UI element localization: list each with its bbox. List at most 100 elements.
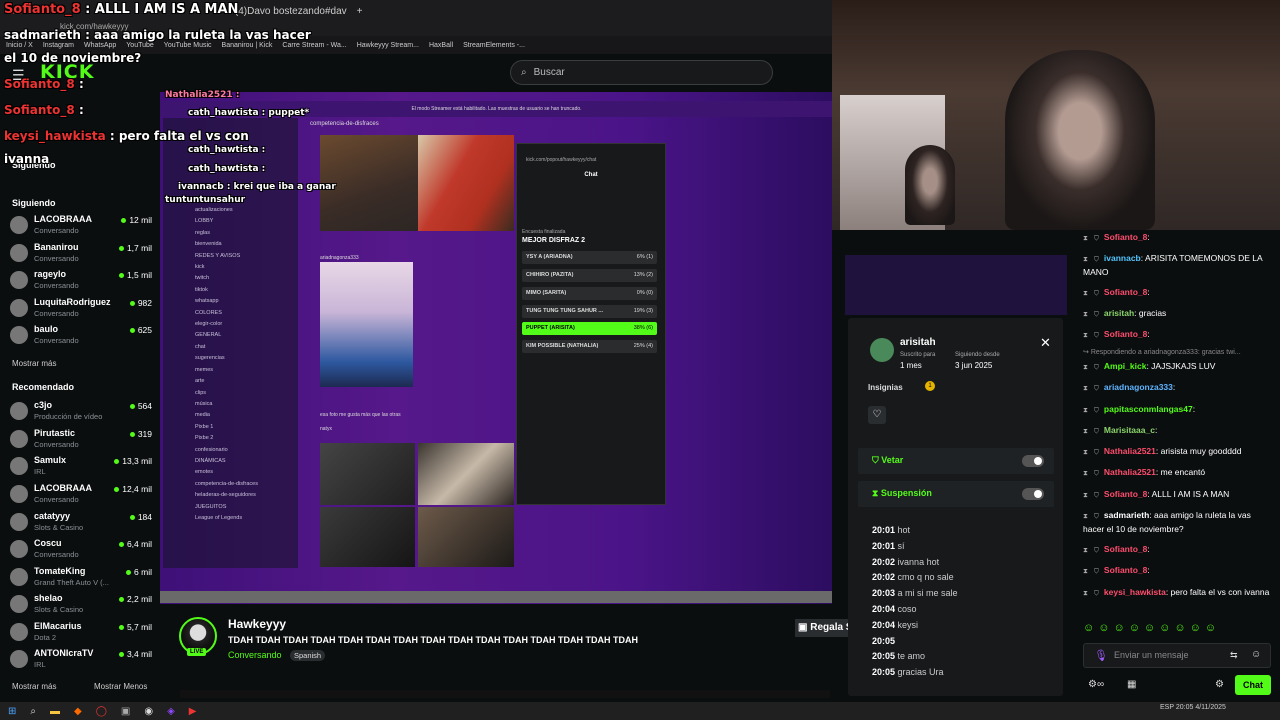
bookmark[interactable]: Hawkeyyy Stream... <box>357 42 419 49</box>
sidebar-channel[interactable]: LuquitaRodriguez Conversando 982 <box>10 297 152 321</box>
sidebar-channel[interactable]: c3jo Producción de vídeo 564 <box>10 400 152 424</box>
browser-tab[interactable]: (4)Davo bostezando#dav <box>235 6 347 17</box>
translate-icon[interactable]: ⇆ <box>1230 650 1238 661</box>
sidebar-channel[interactable]: Coscu Conversando 6,4 mil <box>10 538 152 562</box>
following-since-value: 3 jun 2025 <box>955 361 993 370</box>
mod-action-icons[interactable]: ⧗ ⛉ <box>1083 311 1101 318</box>
chat-message[interactable]: ⧗ ⛉ keysi_hawkista: pero falta el vs con … <box>1083 586 1273 600</box>
subscribed-label: Suscrito para <box>900 352 936 358</box>
mod-action-icons[interactable]: ⧗ ⛉ <box>1083 590 1101 597</box>
mod-panel-username[interactable]: arisitah <box>900 337 936 348</box>
bookmark[interactable]: StreamElements -... <box>463 42 525 49</box>
chat-message[interactable]: ⧗ ⛉ arisitah: gracias <box>1083 307 1273 321</box>
brave-icon[interactable]: ◆ <box>74 706 82 717</box>
mod-action-icons[interactable]: ⧗ ⛉ <box>1083 385 1101 392</box>
twitch-icon[interactable]: ◈ <box>167 706 175 717</box>
clock-time[interactable]: 20:05 <box>1176 704 1194 711</box>
calendar-icon[interactable]: ▦ <box>1127 679 1136 690</box>
mod-action-icons[interactable]: ⧗ ⛉ <box>1083 256 1101 263</box>
chat-tools-icon[interactable]: ⚙∞ <box>1088 679 1104 690</box>
show-more-link[interactable]: Mostrar más <box>12 359 56 368</box>
new-tab-icon[interactable]: + <box>357 6 363 17</box>
post-username: natyx <box>320 426 332 432</box>
bookmark[interactable]: Carre Stream - Wa... <box>282 42 346 49</box>
mod-action-icons[interactable]: ⧗ ⛉ <box>1083 364 1101 371</box>
bookmark[interactable]: Instagram <box>43 42 74 49</box>
bookmark[interactable]: HaxBall <box>429 42 453 49</box>
sidebar-channel[interactable]: ANTONIcraTV IRL 3,4 mil <box>10 648 152 672</box>
mod-action-icons[interactable]: ⧗ ⛉ <box>1083 568 1101 575</box>
timeout-toggle[interactable] <box>1022 488 1044 500</box>
bookmark[interactable]: Bananirou | Kick <box>222 42 273 49</box>
send-chat-button[interactable]: Chat <box>1235 675 1271 695</box>
youtube-icon[interactable]: ▶ <box>189 706 197 717</box>
stream-category[interactable]: Conversando <box>228 650 282 660</box>
chat-message[interactable]: ⧗ ⛉ papitasconmlangas47: <box>1083 403 1273 417</box>
mod-action-icons[interactable]: ⧗ ⛉ <box>1083 470 1101 477</box>
chat-message[interactable]: ⧗ ⛉ Sofianto_8: <box>1083 286 1273 300</box>
timeout-row: ⧗ Suspensión <box>858 481 1054 507</box>
sidebar-channel[interactable]: shelao Slots & Casino 2,2 mil <box>10 593 152 617</box>
chat-message[interactable]: ⧗ ⛉ Sofianto_8: <box>1083 328 1273 342</box>
emote-quick-bar[interactable]: ☺☺☺☺☺☺☺☺☺ <box>1083 622 1220 634</box>
app-icon[interactable]: ▣ <box>121 706 130 717</box>
chat-message[interactable]: ⧗ ⛉ ariadnagonza333: <box>1083 381 1273 395</box>
folder-icon[interactable]: ▬ <box>50 706 60 717</box>
sidebar-channel[interactable]: ElMacarius Dota 2 5,7 mil <box>10 621 152 645</box>
clock-date[interactable]: 4/11/2025 <box>1195 704 1226 711</box>
sidebar-channel[interactable]: LACOBRAAA Conversando 12 mil <box>10 214 152 238</box>
chat-message[interactable]: ⧗ ⛉ Sofianto_8: <box>1083 231 1273 245</box>
sub-badge-icon: 1 <box>925 381 935 391</box>
sidebar-channel[interactable]: rageylo Conversando 1,5 mil <box>10 269 152 293</box>
chat-message[interactable]: ⧗ ⛉ Sofianto_8: <box>1083 564 1273 578</box>
channel-category: IRL <box>34 660 46 669</box>
bookmark[interactable]: YouTube Music <box>164 42 212 49</box>
bookmark[interactable]: Inicio / X <box>6 42 33 49</box>
mod-action-icons[interactable]: ⧗ ⛉ <box>1083 332 1101 339</box>
mod-action-icons[interactable]: ⧗ ⛉ <box>1083 428 1101 435</box>
mod-action-icons[interactable]: ⧗ ⛉ <box>1083 547 1101 554</box>
sidebar-channel[interactable]: catatyyy Slots & Casino 184 <box>10 511 152 535</box>
gear-icon[interactable]: ⚙ <box>1215 679 1224 690</box>
show-less-link[interactable]: Mostrar Menos <box>94 682 147 691</box>
close-icon[interactable]: ✕ <box>1040 335 1051 351</box>
sidebar-channel[interactable]: TomateKing Grand Theft Auto V (... 6 mil <box>10 566 152 590</box>
obs-icon[interactable]: ◉ <box>144 706 153 717</box>
bookmark[interactable]: YouTube <box>126 42 154 49</box>
chat-message[interactable]: ⧗ ⛉ Ampi_kick: JAJSJKAJS LUV <box>1083 360 1273 374</box>
chat-message[interactable]: ⧗ ⛉ sadmarieth: aaa amigo la ruleta la va… <box>1083 509 1273 536</box>
timeout-label: ⧗ Suspensión <box>872 488 932 498</box>
gift-sub-button[interactable]: ▣ Regala S <box>795 619 850 637</box>
search-icon[interactable]: ⌕ <box>30 706 36 717</box>
mod-action-icons[interactable]: ⧗ ⛉ <box>1083 290 1101 297</box>
poll-closed-label: Encuesta finalizada <box>522 229 566 235</box>
sidebar-channel[interactable]: Bananirou Conversando 1,7 mil <box>10 242 152 266</box>
mod-action-icons[interactable]: ⧗ ⛉ <box>1083 235 1101 242</box>
sidebar-channel[interactable]: LACOBRAAA Conversando 12,4 mil <box>10 483 152 507</box>
mod-action-icons[interactable]: ⧗ ⛉ <box>1083 449 1101 456</box>
ban-toggle[interactable] <box>1022 455 1044 467</box>
sidebar-channel[interactable]: Pirutastic Conversando 319 <box>10 428 152 452</box>
chat-message[interactable]: ⧗ ⛉ ivannacb: ARISITA TOMEMONOS DE LA MAN… <box>1083 252 1273 279</box>
emoji-icon[interactable]: ☺ <box>1251 649 1261 660</box>
streamer-name[interactable]: Hawkeyyy <box>228 617 286 631</box>
show-more-link[interactable]: Mostrar más <box>12 682 56 691</box>
language-tag[interactable]: Spanish <box>290 650 326 661</box>
sidebar-channel[interactable]: baulo Conversando 625 <box>10 324 152 348</box>
language-indicator[interactable]: ESP <box>1160 704 1174 711</box>
microphone-icon[interactable]: 🎙 <box>1094 649 1108 662</box>
chat-message[interactable]: ⧗ ⛉ Nathalia2521: me encantó <box>1083 466 1273 480</box>
mod-action-icons[interactable]: ⧗ ⛉ <box>1083 492 1101 499</box>
bookmark[interactable]: WhatsApp <box>84 42 116 49</box>
chat-message[interactable]: ⧗ ⛉ Marisitaaa_c: <box>1083 424 1273 438</box>
windows-start-icon[interactable]: ⊞ <box>8 706 16 717</box>
mod-action-icons[interactable]: ⧗ ⛉ <box>1083 513 1101 520</box>
chat-message[interactable]: ⧗ ⛉ Sofianto_8: ALLL I AM IS A MAN <box>1083 488 1273 502</box>
chat-message[interactable]: ⧗ ⛉ Nathalia2521: arisista muy goodddd <box>1083 445 1273 459</box>
sidebar-channel[interactable]: Samulx IRL 13,3 mil <box>10 455 152 479</box>
opera-icon[interactable]: ◯ <box>96 706 107 717</box>
search-input[interactable]: ⌕ Buscar <box>510 60 773 85</box>
heart-icon[interactable]: ♡ <box>868 406 886 424</box>
chat-message[interactable]: ⧗ ⛉ Sofianto_8: <box>1083 543 1273 557</box>
mod-action-icons[interactable]: ⧗ ⛉ <box>1083 407 1101 414</box>
